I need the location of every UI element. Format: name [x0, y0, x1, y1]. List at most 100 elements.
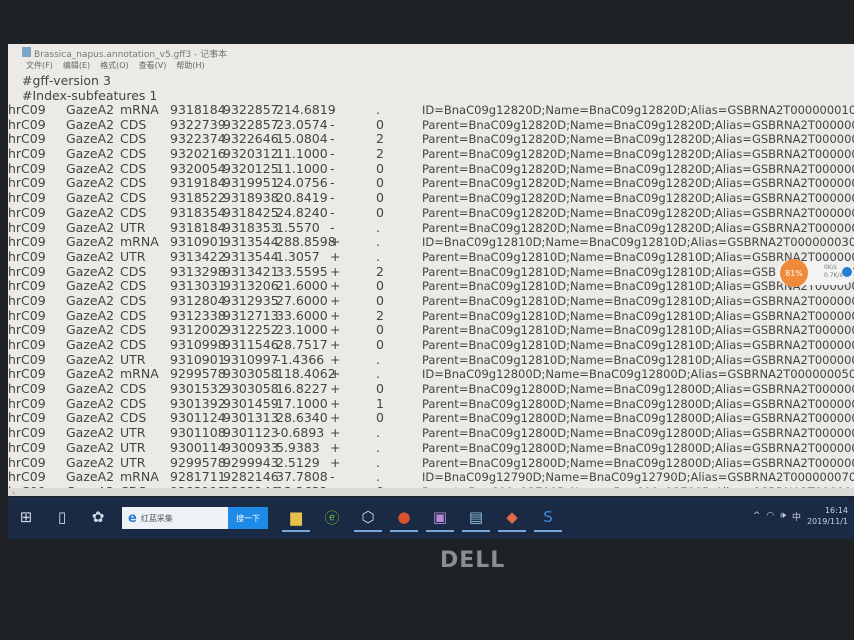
- cell-strand: -: [330, 102, 335, 117]
- cell-strand: +: [330, 454, 341, 470]
- input-method[interactable]: 中: [792, 510, 801, 523]
- cell-phase: 0: [376, 204, 384, 220]
- cell-strand: +: [330, 381, 341, 397]
- volume-icon[interactable]: 🕪: [780, 511, 786, 521]
- gff-row: hrC09 GazeA2 CDS 9301392 9301459 17.1000 +1 Par…: [8, 395, 854, 412]
- cell-source: GazeA2: [66, 175, 115, 191]
- memory-ball[interactable]: 81%: [780, 259, 808, 287]
- menu-edit[interactable]: 编辑(E): [63, 60, 90, 72]
- cell-score: -0.6893: [276, 425, 325, 441]
- cell-phase: 0: [376, 322, 384, 338]
- gff-row: hrC09 GazeA2 CDS 9318522 9318938 20.8419- 0 Par…: [8, 190, 854, 206]
- cell-strand: +: [330, 322, 341, 338]
- cell-type: CDS: [120, 395, 147, 411]
- cell-score: 16.8227: [276, 381, 328, 397]
- cell-attributes: Parent=BnaC09g12810D;Name=BnaC09g12810D;…: [422, 293, 854, 308]
- download-speed: 0.7K/s: [824, 272, 843, 279]
- 3d-app-icon[interactable]: ⬡: [354, 504, 382, 532]
- cell-end: 9313206: [223, 278, 279, 294]
- cell-phase: .: [376, 425, 380, 441]
- cell-source: GazeA2: [66, 381, 115, 397]
- image-app-icon[interactable]: ▣: [426, 504, 454, 532]
- cell-start: 9318184: [170, 219, 226, 235]
- menu-view[interactable]: 查看(V): [139, 60, 167, 72]
- tray-expand-icon[interactable]: ^: [753, 511, 761, 521]
- clock[interactable]: 16:14 2019/11/1: [807, 505, 848, 527]
- gff-row: hrC09 GazeA2 UTR 9313422 9313544 1.3057 +. Pare…: [8, 248, 854, 265]
- cell-source: GazeA2: [66, 410, 115, 426]
- ie-browser-icon[interactable]: ⓔ: [318, 504, 346, 532]
- gff-row: hrC09 GazeA2 CDS 9320216 9320312 11.1000- 2 Par…: [8, 146, 854, 162]
- cell-start: 9320216: [170, 146, 226, 162]
- cell-score: 27.6000: [276, 292, 328, 308]
- accelerate-icon[interactable]: [842, 267, 852, 277]
- cell-attributes: ID=BnaC09g12800D;Name=BnaC09g12800D;Alia…: [422, 367, 854, 382]
- task-view-icon[interactable]: ▯: [48, 504, 76, 532]
- cell-score: 28.7517: [276, 337, 328, 352]
- cell-seqid: hrC09: [8, 381, 46, 397]
- cell-end: 9320312: [223, 146, 279, 162]
- menu-help[interactable]: 帮助(H): [176, 60, 204, 72]
- network-speed-widget[interactable]: 81% 0K/s 0.7K/s: [776, 259, 854, 287]
- search-button[interactable]: 搜一下: [228, 507, 268, 529]
- text-area[interactable]: #gff-version 3 #Index-subfeatures 1 hrC0…: [8, 73, 854, 496]
- horizontal-scrollbar[interactable]: ‹: [8, 488, 854, 496]
- cell-type: CDS: [120, 175, 147, 191]
- cell-start: 9313422: [170, 248, 226, 264]
- cell-phase: .: [376, 234, 380, 250]
- wifi-icon[interactable]: ◠: [766, 511, 774, 521]
- cell-source: GazeA2: [66, 351, 115, 367]
- cell-type: UTR: [120, 439, 146, 455]
- cell-end: 9301313: [223, 410, 279, 426]
- cell-seqid: hrC09: [8, 204, 46, 220]
- cell-source: GazeA2: [66, 146, 115, 162]
- cell-score: 33.6000: [276, 307, 328, 323]
- cell-start: 9312002: [170, 322, 226, 338]
- cell-seqid: hrC09: [8, 395, 46, 411]
- cell-score: 17.1000: [276, 395, 328, 411]
- cell-score: 11.1000: [276, 160, 328, 176]
- file-explorer-icon[interactable]: ▆: [282, 504, 310, 532]
- cell-phase: .: [376, 469, 380, 485]
- cell-start: 9319184: [170, 175, 226, 191]
- cell-seqid: hrC09: [8, 469, 46, 485]
- sogou-icon[interactable]: S: [534, 504, 562, 532]
- cell-source: GazeA2: [66, 219, 115, 235]
- start-icon[interactable]: ⊞: [12, 504, 40, 532]
- cell-seqid: hrC09: [8, 263, 46, 279]
- cell-seqid: hrC09: [8, 366, 46, 382]
- gff-row: hrC09 GazeA2 CDS 9312338 9312713 33.6000 +2 Par…: [8, 307, 854, 324]
- gff-row: hrC09 GazeA2 CDS 9313031 9313206 21.6000 +0 Par…: [8, 279, 854, 294]
- cell-source: GazeA2: [66, 204, 115, 220]
- notepad-window: Brassica_napus.annotation_v5.gff3 - 记事本 …: [8, 44, 854, 496]
- powerpoint-icon[interactable]: ●: [390, 504, 418, 532]
- cell-end: 9313421: [223, 263, 279, 279]
- app-icon[interactable]: ✿: [84, 504, 112, 532]
- cell-score: 118.4062: [276, 366, 336, 382]
- menu-file[interactable]: 文件(F): [26, 60, 53, 72]
- cell-attributes: Parent=BnaC09g12810D;Name=BnaC09g12810D;…: [422, 338, 854, 352]
- cell-strand: -: [330, 175, 335, 191]
- cell-phase: .: [376, 439, 380, 455]
- search-input[interactable]: e 红蓝采集: [122, 507, 228, 529]
- cell-attributes: Parent=BnaC09g12820D;Name=BnaC09g12820D;…: [422, 147, 854, 162]
- cell-end: 9313544: [223, 248, 279, 264]
- cell-phase: 0: [376, 160, 384, 176]
- cell-strand: -: [330, 219, 335, 235]
- cell-type: UTR: [120, 425, 146, 441]
- cell-strand: -: [330, 160, 335, 176]
- menu-format[interactable]: 格式(O): [100, 60, 129, 72]
- cell-strand: -: [330, 146, 335, 162]
- notepad-icon[interactable]: ▤: [462, 504, 490, 532]
- pdf-app-icon[interactable]: ◆: [498, 504, 526, 532]
- cell-start: 9310998: [170, 337, 226, 352]
- cell-phase: 0: [376, 278, 384, 294]
- cell-start: 9322739: [170, 116, 226, 132]
- cell-type: CDS: [120, 307, 147, 323]
- cell-start: 9299578: [170, 366, 226, 382]
- gff-row: hrC09 GazeA2 UTR 9318184 9318353 1.5570-. Pare…: [8, 219, 854, 236]
- cell-source: GazeA2: [66, 439, 115, 455]
- cell-attributes: Parent=BnaC09g12810D;Name=BnaC09g12810D;…: [422, 308, 854, 323]
- gff-row: hrC09 GazeA2 mRNA 9281711 9282146 37.7808-. ID…: [8, 469, 854, 485]
- cell-type: CDS: [120, 410, 147, 426]
